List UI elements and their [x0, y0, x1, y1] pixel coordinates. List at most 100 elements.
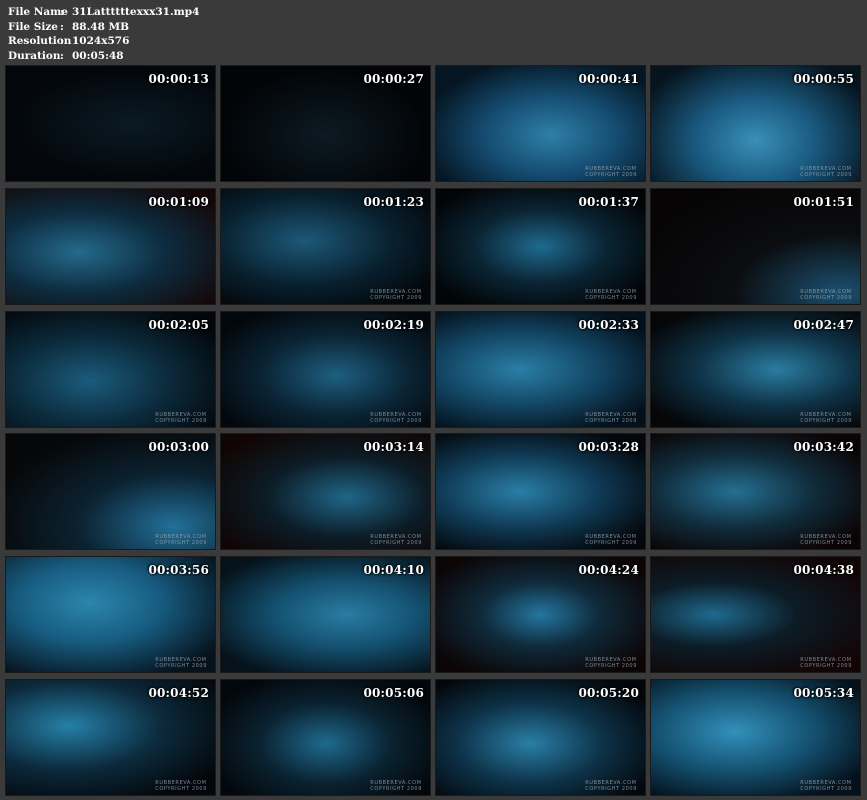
watermark: RUBBEREVA.COM COPYRIGHT 2009 [155, 657, 207, 669]
timestamp-label: 00:01:37 [578, 194, 639, 209]
timestamp-label: 00:05:06 [363, 685, 424, 700]
watermark-line-2: COPYRIGHT 2009 [155, 417, 207, 424]
watermark-line-2: COPYRIGHT 2009 [370, 540, 422, 547]
timestamp-label: 00:03:42 [793, 440, 854, 455]
timestamp-label: 00:02:19 [363, 317, 424, 332]
timestamp-label: 00:00:13 [148, 72, 209, 86]
watermark-line-2: COPYRIGHT 2009 [800, 172, 852, 178]
thumbnail-5: 00:01:09 [5, 187, 216, 305]
watermark: RUBBEREVA.COM COPYRIGHT 2009 [155, 534, 207, 546]
thumbnail-24: 00:05:34 RUBBEREVA.COM COPYRIGHT 2009 [650, 678, 861, 796]
watermark: RUBBEREVA.COM COPYRIGHT 2009 [800, 412, 852, 424]
timestamp-label: 00:03:28 [578, 440, 639, 455]
thumbnail-11: 00:02:33 RUBBEREVA.COM COPYRIGHT 2009 [435, 310, 646, 428]
watermark-line-1: RUBBEREVA.COM [370, 411, 422, 418]
watermark-line-2: COPYRIGHT 2009 [800, 417, 852, 424]
watermark: RUBBEREVA.COM COPYRIGHT 2009 [370, 289, 422, 301]
watermark: RUBBEREVA.COM COPYRIGHT 2009 [800, 780, 852, 792]
watermark-line-2: COPYRIGHT 2009 [155, 663, 207, 670]
timestamp-label: 00:05:34 [793, 685, 854, 700]
watermark-line-2: COPYRIGHT 2009 [800, 294, 852, 301]
file-size-value: 88.48 MB [72, 20, 130, 33]
resolution-label: Resolution [8, 35, 72, 47]
separator: : [60, 35, 64, 47]
timestamp-label: 00:01:23 [363, 194, 424, 209]
thumbnail-12: 00:02:47 RUBBEREVA.COM COPYRIGHT 2009 [650, 310, 861, 428]
duration-label: Duration [8, 49, 61, 62]
watermark: RUBBEREVA.COM COPYRIGHT 2009 [155, 412, 207, 424]
watermark-line-1: RUBBEREVA.COM [800, 288, 852, 295]
watermark-line-2: COPYRIGHT 2009 [800, 540, 852, 547]
watermark: RUBBEREVA.COM COPYRIGHT 2009 [370, 780, 422, 792]
file-size-label: File Size [8, 20, 58, 33]
watermark: RUBBEREVA.COM COPYRIGHT 2009 [155, 780, 207, 792]
watermark: RUBBEREVA.COM COPYRIGHT 2009 [800, 289, 852, 301]
watermark: RUBBEREVA.COM COPYRIGHT 2009 [585, 412, 637, 424]
watermark-line-2: COPYRIGHT 2009 [585, 785, 637, 792]
watermark-line-2: COPYRIGHT 2009 [585, 417, 637, 424]
timestamp-label: 00:02:33 [578, 317, 639, 332]
timestamp-label: 00:04:52 [148, 685, 209, 700]
watermark-line-2: COPYRIGHT 2009 [585, 663, 637, 670]
timestamp-label: 00:05:20 [578, 685, 639, 700]
watermark: RUBBEREVA.COM COPYRIGHT 2009 [585, 657, 637, 669]
thumbnail-2: 00:00:27 [220, 65, 431, 182]
file-name-row: File Name : 31Lattttttexxx31.mp4 [8, 5, 199, 20]
thumbnail-1: 00:00:13 [5, 65, 216, 182]
watermark-line-2: COPYRIGHT 2009 [155, 540, 207, 547]
watermark: RUBBEREVA.COM COPYRIGHT 2009 [370, 412, 422, 424]
file-info-panel: File Name : 31Lattttttexxx31.mp4 File Si… [8, 5, 199, 63]
watermark-line-2: COPYRIGHT 2009 [585, 540, 637, 547]
resolution-value: 1024x576 [72, 35, 130, 47]
watermark: RUBBEREVA.COM COPYRIGHT 2009 [585, 166, 637, 178]
watermark-line-2: COPYRIGHT 2009 [370, 785, 422, 792]
timestamp-label: 00:00:41 [578, 72, 639, 86]
thumbnail-16: 00:03:42 RUBBEREVA.COM COPYRIGHT 2009 [650, 433, 861, 551]
watermark: RUBBEREVA.COM COPYRIGHT 2009 [800, 534, 852, 546]
file-size-row: File Size : 88.48 MB [8, 20, 199, 35]
thumbnail-15: 00:03:28 RUBBEREVA.COM COPYRIGHT 2009 [435, 433, 646, 551]
thumbnail-7: 00:01:37 RUBBEREVA.COM COPYRIGHT 2009 [435, 187, 646, 305]
watermark-line-2: COPYRIGHT 2009 [370, 417, 422, 424]
thumbnail-17: 00:03:56 RUBBEREVA.COM COPYRIGHT 2009 [5, 556, 216, 674]
thumbnail-8: 00:01:51 RUBBEREVA.COM COPYRIGHT 2009 [650, 187, 861, 305]
separator: : [60, 6, 64, 18]
watermark-line-2: COPYRIGHT 2009 [800, 663, 852, 670]
duration-value: 00:05:48 [72, 49, 124, 62]
timestamp-label: 00:03:14 [363, 440, 424, 455]
file-name-value: 31Lattttttexxx31.mp4 [72, 6, 200, 18]
separator: : [60, 20, 64, 33]
timestamp-label: 00:01:51 [793, 194, 854, 209]
watermark-line-2: COPYRIGHT 2009 [370, 294, 422, 301]
thumbnail-22: 00:05:06 RUBBEREVA.COM COPYRIGHT 2009 [220, 678, 431, 796]
thumbnail-grid: 00:00:13 00:00:27 00:00:41 RUBBEREVA.COM COP… [5, 65, 862, 796]
timestamp-label: 00:00:27 [363, 72, 424, 86]
thumbnail-18: 00:04:10 [220, 556, 431, 674]
thumbnail-4: 00:00:55 RUBBEREVA.COM COPYRIGHT 2009 [650, 65, 861, 182]
watermark-line-2: COPYRIGHT 2009 [585, 294, 637, 301]
thumbnail-21: 00:04:52 RUBBEREVA.COM COPYRIGHT 2009 [5, 678, 216, 796]
resolution-row: Resolution : 1024x576 [8, 34, 199, 49]
thumbnail-6: 00:01:23 RUBBEREVA.COM COPYRIGHT 2009 [220, 187, 431, 305]
timestamp-label: 00:03:00 [148, 440, 209, 455]
timestamp-label: 00:02:47 [793, 317, 854, 332]
watermark: RUBBEREVA.COM COPYRIGHT 2009 [585, 289, 637, 301]
timestamp-label: 00:02:05 [148, 317, 209, 332]
file-name-label: File Name [8, 6, 68, 18]
watermark-line-1: RUBBEREVA.COM [155, 411, 207, 418]
thumbnail-14: 00:03:14 RUBBEREVA.COM COPYRIGHT 2009 [220, 433, 431, 551]
timestamp-label: 00:04:10 [363, 563, 424, 578]
watermark: RUBBEREVA.COM COPYRIGHT 2009 [800, 166, 852, 178]
thumbnail-19: 00:04:24 RUBBEREVA.COM COPYRIGHT 2009 [435, 556, 646, 674]
separator: : [60, 49, 64, 62]
thumbnail-9: 00:02:05 RUBBEREVA.COM COPYRIGHT 2009 [5, 310, 216, 428]
thumbnail-20: 00:04:38 RUBBEREVA.COM COPYRIGHT 2009 [650, 556, 861, 674]
thumbnail-23: 00:05:20 RUBBEREVA.COM COPYRIGHT 2009 [435, 678, 646, 796]
thumbnail-3: 00:00:41 RUBBEREVA.COM COPYRIGHT 2009 [435, 65, 646, 182]
watermark: RUBBEREVA.COM COPYRIGHT 2009 [370, 534, 422, 546]
watermark-line-2: COPYRIGHT 2009 [585, 172, 637, 178]
watermark-line-1: RUBBEREVA.COM [370, 288, 422, 295]
timestamp-label: 00:04:24 [578, 563, 639, 578]
thumbnail-13: 00:03:00 RUBBEREVA.COM COPYRIGHT 2009 [5, 433, 216, 551]
timestamp-label: 00:01:09 [148, 194, 209, 209]
